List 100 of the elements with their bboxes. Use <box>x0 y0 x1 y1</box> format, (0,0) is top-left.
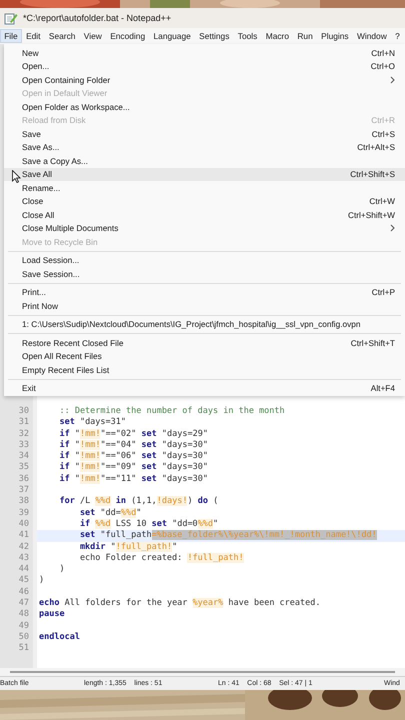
code-keyword: set <box>141 440 157 450</box>
menu-entry[interactable]: Save Session... <box>4 267 405 280</box>
code-keyword: mkdir <box>78 542 106 552</box>
menu-entry[interactable]: Empty Recent Files List <box>4 363 405 376</box>
menu-entry[interactable]: Rename... <box>4 181 405 194</box>
notepad-app-icon <box>4 12 18 24</box>
shortcut-label: Ctrl+W <box>369 196 395 206</box>
code-variable: !mm! <box>80 462 100 472</box>
menu-entry[interactable]: Open... Ctrl+O <box>4 60 405 73</box>
shortcut-label: Ctrl+Shift+T <box>350 338 395 348</box>
menu-item[interactable]: File <box>0 29 22 43</box>
code-text: "dd= <box>99 508 121 518</box>
menu-entry[interactable]: Save a Copy As... <box>4 154 405 168</box>
code-keyword: if <box>58 440 70 450</box>
code-keyword: set <box>78 508 96 518</box>
code-keyword: set <box>152 518 167 529</box>
shortcut-label: Ctrl+Alt+S <box>357 142 395 152</box>
menu-item[interactable]: Macro <box>262 29 294 43</box>
menu-entry[interactable]: Load Session... <box>4 254 405 267</box>
code-variable: %%d <box>198 518 214 529</box>
code-text: All folders for the year <box>64 598 188 608</box>
code-text: "=="11" <box>100 474 138 484</box>
shortcut-label: Ctrl+P <box>372 287 395 298</box>
menu-entry[interactable]: Close Multiple Documents <box>4 222 405 235</box>
menu-entry[interactable]: Close All Ctrl+Shift+W <box>4 208 405 222</box>
code-keyword: if <box>58 462 70 472</box>
code-text: "=="06" <box>100 451 138 462</box>
menu-item[interactable]: View <box>80 29 106 43</box>
code-keyword: if <box>58 428 70 439</box>
mouse-cursor-icon <box>12 170 21 182</box>
code-text: " <box>74 451 80 462</box>
code-keyword: set <box>78 530 96 540</box>
code-variable: !full_path! <box>116 542 172 552</box>
menu-item[interactable]: Language <box>149 29 195 43</box>
code-text: "days=30" <box>160 462 208 472</box>
code-text: "dd=0 <box>171 518 198 529</box>
menu-entry[interactable]: Restore Recent Closed File Ctrl+Shift+T <box>4 336 405 350</box>
code-text: " <box>74 462 80 472</box>
menu-entry[interactable]: Print... Ctrl+P <box>4 286 405 299</box>
menu-item[interactable]: Search <box>44 29 80 43</box>
shortcut-label: Ctrl+Shift+W <box>348 210 395 220</box>
menu-item[interactable]: Settings <box>194 29 234 43</box>
menu-entry[interactable]: New Ctrl+N <box>4 46 405 60</box>
code-variable: %year% <box>192 598 224 608</box>
menu-entry[interactable]: Save Ctrl+S <box>4 127 405 140</box>
code-keyword: endlocal <box>39 632 80 642</box>
code-text: echo Folder created: <box>78 552 184 563</box>
code-keyword: echo <box>39 598 60 608</box>
menu-item[interactable]: Edit <box>22 29 45 43</box>
code-variable: !days! <box>156 496 188 506</box>
menu-entry[interactable]: Save As... Ctrl+Alt+S <box>4 140 405 154</box>
code-text: " <box>110 542 116 552</box>
code-text: " <box>136 508 142 518</box>
menu-entry[interactable]: Open Containing Folder <box>4 73 405 86</box>
code-text: "days=30" <box>160 451 208 462</box>
code-variable: %%d <box>95 518 111 529</box>
menu-item[interactable]: Run <box>293 29 317 43</box>
code-text: ) <box>39 575 44 586</box>
shortcut-label: Alt+F4 <box>370 383 395 394</box>
menu-item[interactable]: Window <box>352 29 391 43</box>
horizontal-scrollbar[interactable] <box>10 671 395 672</box>
code-keyword: set <box>58 417 75 428</box>
code-variable: !mm! <box>80 440 100 450</box>
code-keyword: if <box>58 474 70 484</box>
code-variable: %%d <box>120 508 136 518</box>
code-text: "days=30" <box>160 474 208 484</box>
code-text: "=="04" <box>100 440 138 450</box>
code-variable: !mm! <box>80 428 100 439</box>
menu-item[interactable]: ? <box>390 29 404 43</box>
code-text: ( <box>212 496 218 506</box>
menu-entry[interactable]: Exit Alt+F4 <box>4 382 405 395</box>
menu-entry[interactable]: Open All Recent Files <box>4 350 405 363</box>
code-text: " <box>74 428 80 439</box>
code-keyword: set <box>141 428 157 439</box>
code-text: " <box>74 474 80 484</box>
menu-entry[interactable]: Close Ctrl+W <box>4 194 405 208</box>
code-keyword: in <box>114 496 126 506</box>
code-text: ) <box>58 564 65 574</box>
code-text: "days=31" <box>78 417 126 428</box>
window-title: *C:\report\autofolder.bat - Notepad++ <box>23 13 172 23</box>
code-variable: !mm! <box>80 474 100 484</box>
menu-entry[interactable]: Save All Ctrl+Shift+S <box>4 168 405 181</box>
shortcut-label: Ctrl+S <box>372 128 395 139</box>
code-keyword: set <box>141 474 157 484</box>
code-text: "=="02" <box>100 428 138 439</box>
code-text: " <box>213 518 218 529</box>
menu-item[interactable]: Plugins <box>316 29 353 43</box>
code-variable: !full_path! <box>187 552 244 563</box>
code-keyword: do <box>198 496 208 506</box>
menu-entry[interactable]: Open Folder as Workspace... <box>4 100 405 114</box>
code-keyword: pause <box>39 609 65 620</box>
code-text: "=="09" <box>100 462 138 472</box>
code-text: have been created. <box>227 598 320 608</box>
code-keyword: if <box>78 518 92 529</box>
shortcut-label: Ctrl+O <box>370 61 395 72</box>
menu-entry[interactable]: 1: C:\Users\Sudip\Nextcloud\Documents\IG_Project\jfmch_hospital\ig__ssl_vpn_config.ovpn <box>4 318 405 331</box>
menu-item[interactable]: Tools <box>234 29 262 43</box>
menu-entry[interactable]: Print Now <box>4 299 405 312</box>
menu-item[interactable]: Encoding <box>106 29 150 43</box>
code-variable: %%d <box>95 496 111 506</box>
